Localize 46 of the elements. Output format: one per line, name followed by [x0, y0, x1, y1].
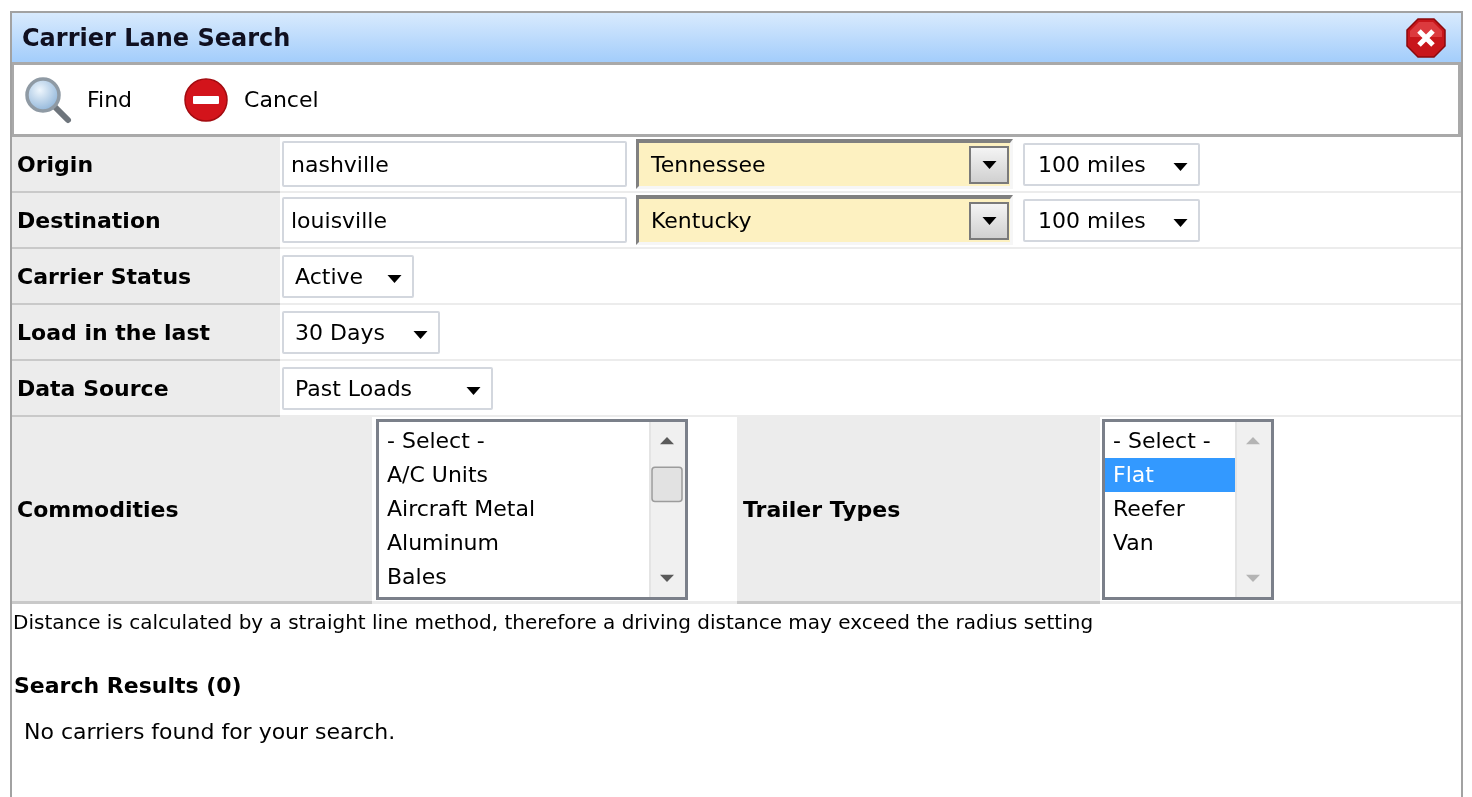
- list-option[interactable]: Reefer: [1105, 491, 1235, 526]
- dropdown-button[interactable]: [969, 201, 1009, 240]
- field-label: Carrier Status: [12, 249, 280, 305]
- dropdown-select[interactable]: Past Loads: [282, 366, 494, 410]
- state-select[interactable]: Kentucky: [636, 195, 1013, 245]
- dropdown-select[interactable]: Active: [282, 254, 415, 298]
- list-option[interactable]: Aircraft Metal: [379, 491, 649, 526]
- city-field[interactable]: nashville: [282, 141, 627, 187]
- list-option[interactable]: Van: [1105, 525, 1235, 560]
- field-label: Destination: [12, 193, 280, 249]
- caret-icon: [466, 387, 482, 395]
- radius-select[interactable]: 100 miles: [1023, 142, 1200, 186]
- find-button[interactable]: Find: [23, 74, 133, 125]
- results-message: No carriers found for your search.: [23, 719, 397, 745]
- field-label: Trailer Types: [737, 417, 1100, 604]
- caret-icon: [1173, 219, 1188, 227]
- window-title: Carrier Lane Search: [22, 23, 291, 52]
- scrollbar[interactable]: [1235, 421, 1271, 597]
- list-option[interactable]: - Select -: [379, 423, 649, 458]
- minus-circle-icon: [184, 77, 229, 122]
- list-box[interactable]: - Select - Flat Reefer Van: [1102, 418, 1274, 600]
- scrollbar[interactable]: [649, 421, 685, 597]
- caret-icon: [387, 275, 403, 283]
- results-heading: Search Results (0): [13, 673, 243, 699]
- dropdown-button[interactable]: [969, 145, 1009, 184]
- list-option[interactable]: Aluminum: [379, 525, 649, 560]
- dropdown-select[interactable]: 30 Days: [282, 310, 440, 354]
- city-field[interactable]: louisville: [282, 197, 627, 243]
- field-label: Load in the last: [12, 305, 280, 361]
- caret-icon: [981, 216, 997, 225]
- list-option[interactable]: A/C Units: [379, 457, 649, 492]
- close-icon[interactable]: [1406, 17, 1446, 58]
- field-label: Commodities: [12, 417, 372, 604]
- distance-note: Distance is calculated by a straight line method, therefore a driving distance may exceed the radius setting: [12, 609, 1095, 634]
- list-box[interactable]: - Select - A/C Units Aircraft Metal Aluminum Bales: [376, 418, 688, 600]
- list-option[interactable]: Bales: [379, 559, 649, 594]
- state-select[interactable]: Tennessee: [636, 139, 1013, 189]
- search-icon: [23, 74, 73, 125]
- caret-icon: [1173, 163, 1188, 171]
- field-label: Origin: [12, 137, 280, 193]
- caret-icon: [981, 160, 997, 169]
- cancel-button[interactable]: Cancel: [184, 77, 319, 122]
- caret-icon: [412, 331, 428, 339]
- field-label: Data Source: [12, 361, 280, 417]
- radius-select[interactable]: 100 miles: [1023, 198, 1200, 242]
- list-option[interactable]: - Select -: [1105, 423, 1235, 458]
